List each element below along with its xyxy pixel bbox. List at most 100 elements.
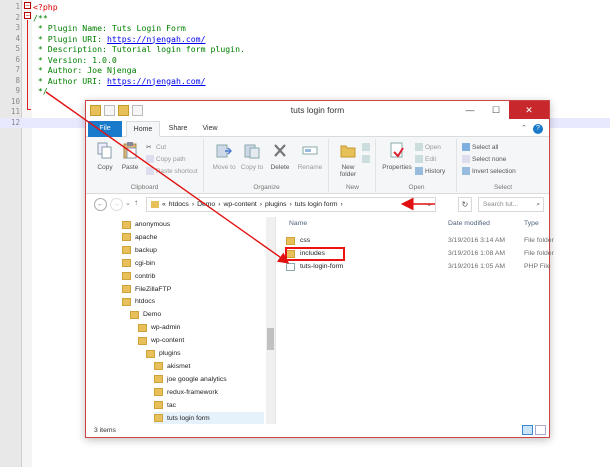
copy-button[interactable]: Copy	[94, 142, 116, 171]
folder-icon	[154, 362, 163, 371]
code-link[interactable]: https://njengah.com/	[107, 34, 206, 44]
breadcrumb-separator-icon[interactable]: ›	[192, 198, 194, 211]
path-overflow-icon[interactable]: «	[162, 198, 166, 211]
select-all-button[interactable]: Select all	[462, 143, 498, 151]
cut-button[interactable]: ✂ Cut	[146, 143, 167, 152]
tree-item[interactable]: anonymous	[122, 218, 170, 231]
tab-file[interactable]: File	[88, 121, 122, 137]
breadcrumb-separator-icon[interactable]: ›	[218, 198, 220, 211]
refresh-button[interactable]: ↻	[458, 197, 472, 212]
edit-button[interactable]: Edit	[415, 155, 436, 163]
tree-item[interactable]: tuts login form	[154, 411, 264, 424]
tree-item[interactable]: wp-content	[138, 334, 184, 347]
breadcrumb-separator-icon[interactable]: ›	[341, 198, 343, 211]
breadcrumb-separator-icon[interactable]: ›	[260, 198, 262, 211]
rename-button[interactable]: Rename	[295, 142, 325, 171]
minimize-button[interactable]: —	[457, 101, 483, 119]
folder-icon	[154, 401, 163, 410]
code-text: * Version: 1.0.0	[33, 55, 117, 66]
paste-button[interactable]: Paste	[118, 142, 142, 171]
code-line[interactable]: 7 * Author: Joe Njenga	[0, 65, 610, 76]
cut-label: Cut	[156, 143, 167, 151]
line-number: 3	[15, 23, 20, 32]
paste-shortcut-button[interactable]: Paste shortcut	[146, 167, 198, 175]
navigation-pane-scrollbar[interactable]	[266, 217, 275, 424]
tab-view[interactable]: View	[196, 121, 224, 137]
tree-item[interactable]: joe google analytics	[154, 373, 227, 386]
tab-share[interactable]: Share	[164, 121, 192, 137]
tree-item[interactable]: htdocs	[122, 295, 155, 308]
copy-path-button[interactable]: Copy path	[146, 155, 186, 163]
column-header-type[interactable]: Type	[524, 220, 539, 227]
breadcrumb-item[interactable]: Demo	[197, 198, 215, 211]
folder-icon	[122, 220, 131, 229]
address-box[interactable]: « htdocs › Demo › wp-content › plugins › tuts lo…	[146, 197, 436, 212]
collapse-ribbon-icon[interactable]: ⌃	[521, 124, 527, 132]
close-button[interactable]: ✕	[509, 101, 549, 119]
tree-item[interactable]: wp-admin	[138, 321, 180, 334]
code-link[interactable]: https://njengah.com/	[107, 76, 206, 86]
history-button[interactable]: History	[415, 167, 445, 175]
details-view-button[interactable]	[522, 425, 533, 435]
select-none-button[interactable]: Select none	[462, 155, 506, 163]
open-button[interactable]: Open	[415, 143, 441, 151]
breadcrumb-item[interactable]: htdocs	[169, 198, 189, 211]
tree-item[interactable]: backup	[122, 244, 157, 257]
breadcrumb-item[interactable]: wp-content	[223, 198, 256, 211]
column-header-name[interactable]: Name	[289, 220, 307, 227]
tree-item[interactable]: cgi-bin	[122, 257, 155, 270]
new-item-button[interactable]	[362, 143, 370, 151]
back-button[interactable]: ←	[94, 198, 107, 211]
status-bar: 3 items	[86, 424, 549, 437]
tree-item[interactable]: tac	[154, 399, 176, 412]
breadcrumb-item[interactable]: plugins	[265, 198, 287, 211]
code-line[interactable]: 3 * Plugin Name: Tuts Login Form	[0, 23, 610, 34]
code-line[interactable]: 2 /**	[0, 13, 610, 24]
invert-selection-button[interactable]: Invert selection	[462, 167, 516, 175]
navigation-pane[interactable]: anonymous apache backup cgi-bin contrib FileZ…	[86, 217, 276, 424]
move-to-button[interactable]: Move to	[211, 142, 237, 171]
forward-button[interactable]: →	[110, 198, 123, 211]
code-line[interactable]: 6 * Version: 1.0.0	[0, 55, 610, 66]
new-group-label: New	[345, 184, 359, 191]
tree-item[interactable]: plugins	[146, 347, 181, 360]
invert-selection-label: Invert selection	[472, 167, 516, 175]
tree-item[interactable]: akismet	[154, 360, 190, 373]
copy-to-button[interactable]: Copy to	[239, 142, 265, 171]
tree-item[interactable]: FileZillaFTP	[122, 283, 171, 296]
maximize-button[interactable]: ☐	[483, 101, 509, 119]
tree-item-label: akismet	[167, 362, 191, 370]
address-dropdown-icon[interactable]: ⌄	[426, 198, 432, 211]
tab-home[interactable]: Home	[126, 121, 160, 137]
tree-item[interactable]: Demo	[130, 308, 161, 321]
code-line[interactable]: 9 */	[0, 86, 610, 97]
history-label: History	[425, 167, 446, 175]
large-icons-view-button[interactable]	[535, 425, 546, 435]
tree-item[interactable]: apache	[122, 231, 157, 244]
tree-item[interactable]: contrib	[122, 270, 155, 283]
code-line[interactable]: 1 <?php	[0, 2, 610, 13]
file-row[interactable]: tuts-login-form 3/19/2016 1:05 AM PHP File	[284, 261, 551, 273]
recent-locations-icon[interactable]: ⌄	[125, 199, 131, 207]
column-header-date[interactable]: Date modified	[448, 220, 490, 227]
breadcrumb-separator-icon[interactable]: ›	[290, 198, 292, 211]
code-line[interactable]: 4 * Plugin URI: https://njengah.com/	[0, 34, 610, 45]
scrollbar-thumb[interactable]	[267, 328, 274, 350]
breadcrumb-item[interactable]: tuts login form	[295, 198, 338, 211]
select-group: Select all Select none Invert selection …	[458, 139, 548, 192]
paste-label: Paste	[121, 163, 139, 171]
delete-button[interactable]: Delete	[267, 142, 293, 171]
code-line[interactable]: 8 * Author URI: https://njengah.com/	[0, 76, 610, 87]
code-line[interactable]: 5 * Description: Tutorial login form plu…	[0, 44, 610, 55]
file-row[interactable]: css 3/19/2016 3:14 AM File folder	[284, 235, 554, 247]
up-button[interactable]: ↑	[134, 198, 138, 207]
help-icon[interactable]: ?	[533, 124, 543, 134]
folder-icon	[138, 336, 147, 345]
easy-access-button[interactable]	[362, 155, 370, 163]
tree-item[interactable]: redux-framework	[154, 386, 218, 399]
folder-icon	[146, 349, 155, 358]
properties-button[interactable]: Properties	[381, 142, 413, 171]
new-folder-button[interactable]: New folder	[334, 142, 362, 179]
title-bar[interactable]: tuts login form — ☐ ✕	[86, 101, 549, 121]
search-input[interactable]: Search tut... ⌕	[478, 197, 544, 212]
